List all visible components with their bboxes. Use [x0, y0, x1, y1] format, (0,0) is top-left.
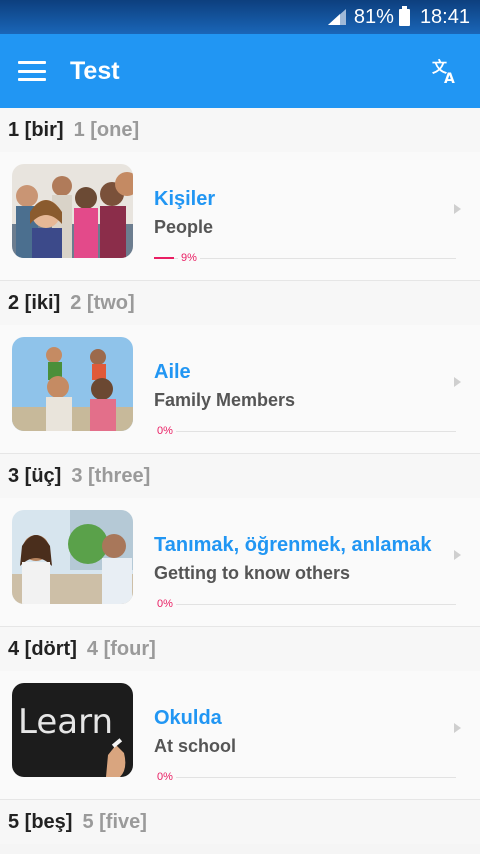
page-title: Test [70, 56, 120, 85]
section-number-turkish: 1 [bir] [8, 118, 64, 141]
lesson-title: Aile [154, 361, 191, 383]
chevron-right-icon [454, 550, 461, 560]
chalkboard-learn-photo: Learn [12, 683, 133, 777]
progress-percent: 0% [154, 597, 176, 611]
section-number-english: 5 [five] [82, 810, 147, 833]
section-number-english: 4 [four] [86, 637, 156, 660]
lesson-title: Okulda [154, 707, 222, 729]
svg-text:A: A [444, 71, 455, 84]
section-number-turkish: 5 [beş] [8, 810, 73, 833]
progress-percent: 9% [178, 251, 200, 265]
app-bar: Test 文 A [0, 34, 480, 108]
progress-percent: 0% [154, 424, 176, 438]
lesson-progress: 0% [154, 424, 456, 438]
lesson-title: Tanımak, öğrenmek, anlamak [154, 534, 432, 556]
lesson-title: Kişiler [154, 188, 216, 210]
progress-percent: 0% [154, 770, 176, 784]
section-number-turkish: 4 [dört] [8, 637, 77, 660]
lesson-item-family-members[interactable]: Aile Family Members 0% [0, 325, 480, 454]
two-people-talking-photo [12, 510, 133, 604]
lesson-progress: 9% [154, 251, 456, 265]
clock: 18:41 [419, 5, 470, 28]
chevron-right-icon [454, 723, 461, 733]
section-number-english: 3 [three] [71, 464, 151, 487]
section-header: 3 [üç] 3 [three] [0, 454, 480, 498]
section-number-english: 1 [one] [73, 118, 140, 141]
lesson-list: 1 [bir] 1 [one] Kişiler People 9% 2 [iki… [0, 108, 480, 844]
family-photo [12, 337, 133, 431]
translate-icon[interactable]: 文 A [432, 58, 458, 84]
hamburger-menu-icon[interactable] [18, 61, 46, 81]
section-header: 5 [beş] 5 [five] [0, 800, 480, 844]
lesson-subtitle: Family Members [154, 390, 296, 410]
signal-icon [327, 9, 346, 25]
section-number-english: 2 [two] [70, 291, 135, 314]
lesson-item-at-school[interactable]: Learn Okulda At school 0% [0, 671, 480, 800]
section-header: 4 [dört] 4 [four] [0, 627, 480, 671]
lesson-item-getting-to-know-others[interactable]: Tanımak, öğrenmek, anlamak Getting to kn… [0, 498, 480, 627]
section-header: 2 [iki] 2 [two] [0, 281, 480, 325]
battery-icon [398, 5, 410, 26]
lesson-subtitle: Getting to know others [154, 563, 350, 583]
lesson-progress: 0% [154, 597, 456, 611]
lesson-progress: 0% [154, 770, 456, 784]
lesson-subtitle: People [154, 217, 214, 237]
group-of-people-photo [12, 164, 133, 258]
chalkboard-text: Learn [18, 702, 113, 742]
section-number-turkish: 2 [iki] [8, 291, 61, 314]
chevron-right-icon [454, 377, 461, 387]
chevron-right-icon [454, 204, 461, 214]
lesson-item-people[interactable]: Kişiler People 9% [0, 152, 480, 281]
battery-percent: 81% [353, 5, 394, 28]
status-bar: 81% 18:41 [0, 0, 480, 34]
section-number-turkish: 3 [üç] [8, 464, 62, 487]
lesson-subtitle: At school [154, 736, 237, 756]
section-header: 1 [bir] 1 [one] [0, 108, 480, 152]
